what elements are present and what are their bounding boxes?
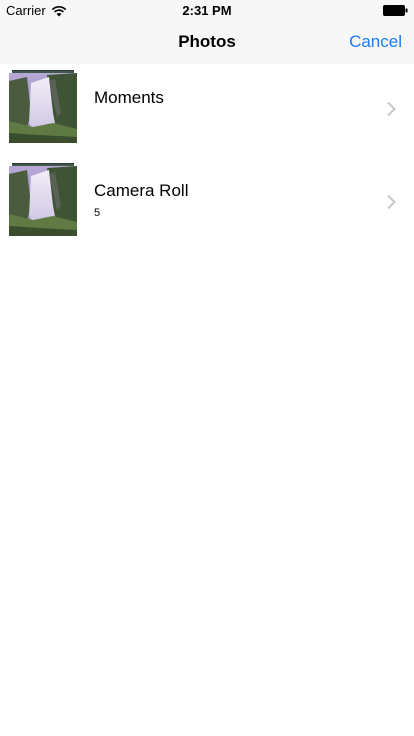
- album-list: Moments Camera Roll 5: [0, 64, 414, 250]
- navigation-bar: Photos Cancel: [0, 20, 414, 64]
- status-bar: Carrier 2:31 PM: [0, 0, 414, 20]
- album-row-camera-roll[interactable]: Camera Roll 5: [0, 157, 414, 250]
- cancel-button[interactable]: Cancel: [349, 32, 402, 52]
- album-count: 5: [94, 207, 101, 219]
- album-title: Moments: [94, 88, 164, 107]
- album-thumbnail: [9, 73, 77, 143]
- waterfall-image: [9, 73, 77, 143]
- album-row-moments[interactable]: Moments: [0, 64, 414, 157]
- album-title: Camera Roll: [94, 181, 189, 200]
- chevron-right-icon: [387, 194, 396, 210]
- chevron-right-icon: [387, 101, 396, 117]
- status-time: 2:31 PM: [182, 3, 232, 18]
- album-thumbnail: [9, 166, 77, 236]
- album-thumbnail-stack: [9, 163, 77, 236]
- photo-album-picker: Carrier 2:31 PM Photos Cancel Moments Ca…: [0, 0, 414, 736]
- album-thumbnail-stack: [9, 70, 77, 143]
- battery-icon: [383, 5, 408, 16]
- waterfall-image: [9, 166, 77, 236]
